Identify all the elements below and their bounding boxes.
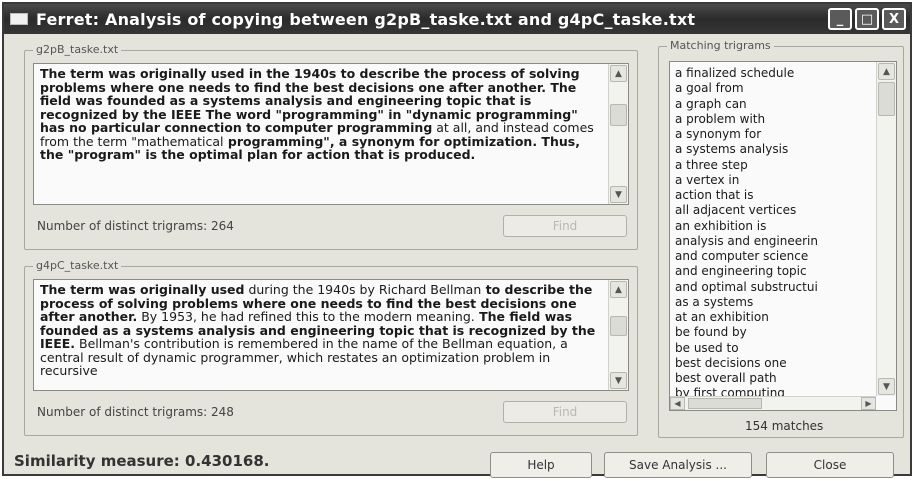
trigram-vertical-scrollbar[interactable]: ▲ ▼	[876, 62, 896, 396]
maximize-button[interactable]: □	[855, 8, 879, 30]
scroll-down-icon[interactable]: ▼	[610, 186, 627, 203]
trigram-item[interactable]: at an exhibition	[675, 310, 818, 325]
scroll-down-icon[interactable]: ▼	[878, 378, 895, 395]
close-button[interactable]: Close	[766, 452, 894, 478]
window-controls: _ □ X	[828, 8, 906, 30]
trigram-item[interactable]: be found by	[675, 325, 818, 340]
matches-count: 154 matches	[745, 419, 824, 433]
doc2-title: g4pC_taske.txt	[33, 259, 122, 272]
scroll-left-icon[interactable]: ◀	[670, 397, 685, 410]
doc1-text: The term was originally used in the 1940…	[40, 67, 606, 162]
scroll-up-icon[interactable]: ▲	[610, 281, 627, 298]
trigram-item[interactable]: a graph can	[675, 97, 818, 112]
trigram-item[interactable]: a three step	[675, 158, 818, 173]
close-window-button[interactable]: X	[882, 8, 906, 30]
doc1-vertical-scrollbar[interactable]: ▲ ▼	[608, 64, 628, 204]
trigram-item[interactable]: a goal from	[675, 81, 818, 96]
trigrams-title: Matching trigrams	[667, 39, 774, 52]
trigram-item[interactable]: all adjacent vertices	[675, 203, 818, 218]
doc2-text: The term was originally used during the …	[40, 283, 606, 378]
title-bar[interactable]: Ferret: Analysis of copying between g2pB…	[4, 4, 910, 34]
scroll-thumb[interactable]	[610, 316, 627, 336]
trigram-item[interactable]: a systems analysis	[675, 142, 818, 157]
trigram-item[interactable]: and engineering topic	[675, 264, 818, 279]
trigram-item[interactable]: best overall path	[675, 371, 818, 386]
doc1-title: g2pB_taske.txt	[33, 43, 122, 56]
trigram-list[interactable]: a finalized schedule a goal from a graph c…	[669, 61, 897, 411]
help-button[interactable]: Help	[490, 452, 592, 478]
trigram-item[interactable]: action that is	[675, 188, 818, 203]
minimize-button[interactable]: _	[828, 8, 852, 30]
text-segment: Bellman's contribution is remembered in …	[40, 336, 568, 378]
trigram-item[interactable]: a vertex in	[675, 173, 818, 188]
scroll-down-icon[interactable]: ▼	[610, 372, 627, 389]
trigram-item[interactable]: best decisions one	[675, 356, 818, 371]
trigram-item[interactable]: analysis and engineerin	[675, 234, 818, 249]
minimize-icon: _	[836, 11, 844, 27]
horizontal-scroll-thumb[interactable]	[688, 398, 762, 409]
scroll-thumb[interactable]	[878, 82, 895, 116]
trigram-item[interactable]: and optimal substructui	[675, 280, 818, 295]
doc2-panel: g4pC_taske.txt The term was originally u…	[24, 259, 638, 436]
doc1-trigram-count: Number of distinct trigrams: 264	[37, 219, 234, 233]
scroll-up-icon[interactable]: ▲	[610, 65, 627, 82]
scroll-up-icon[interactable]: ▲	[878, 63, 895, 80]
app-icon	[10, 13, 28, 25]
doc1-panel: g2pB_taske.txt The term was originally u…	[24, 43, 638, 250]
maximize-icon: □	[860, 11, 874, 27]
trigram-item[interactable]: a problem with	[675, 112, 818, 127]
window-title: Ferret: Analysis of copying between g2pB…	[36, 9, 696, 29]
scroll-thumb[interactable]	[610, 104, 627, 126]
similarity-measure: Similarity measure: 0.430168.	[14, 452, 270, 470]
doc2-vertical-scrollbar[interactable]: ▲ ▼	[608, 280, 628, 390]
save-analysis-button[interactable]: Save Analysis ...	[604, 452, 752, 478]
close-icon: X	[888, 11, 900, 27]
trigram-item[interactable]: as a systems	[675, 295, 818, 310]
trigram-item[interactable]: be used to	[675, 341, 818, 356]
trigram-item[interactable]: a finalized schedule	[675, 66, 818, 81]
doc2-textbox[interactable]: The term was originally used during the …	[33, 279, 629, 391]
trigram-item[interactable]: and computer science	[675, 249, 818, 264]
trigram-item[interactable]: a synonym for	[675, 127, 818, 142]
trigram-horizontal-scrollbar[interactable]: ◀ ▶	[670, 396, 876, 410]
doc1-find-button[interactable]: Find	[503, 215, 627, 237]
trigram-items: a finalized schedule a goal from a graph c…	[675, 66, 818, 402]
ferret-window: Ferret: Analysis of copying between g2pB…	[2, 2, 912, 478]
trigrams-panel: Matching trigrams a finalized schedule a …	[658, 39, 904, 438]
scroll-right-icon[interactable]: ▶	[861, 397, 876, 410]
doc1-textbox[interactable]: The term was originally used in the 1940…	[33, 63, 629, 205]
trigram-item[interactable]: an exhibition is	[675, 219, 818, 234]
doc2-find-button[interactable]: Find	[503, 401, 627, 423]
doc2-trigram-count: Number of distinct trigrams: 248	[37, 405, 234, 419]
